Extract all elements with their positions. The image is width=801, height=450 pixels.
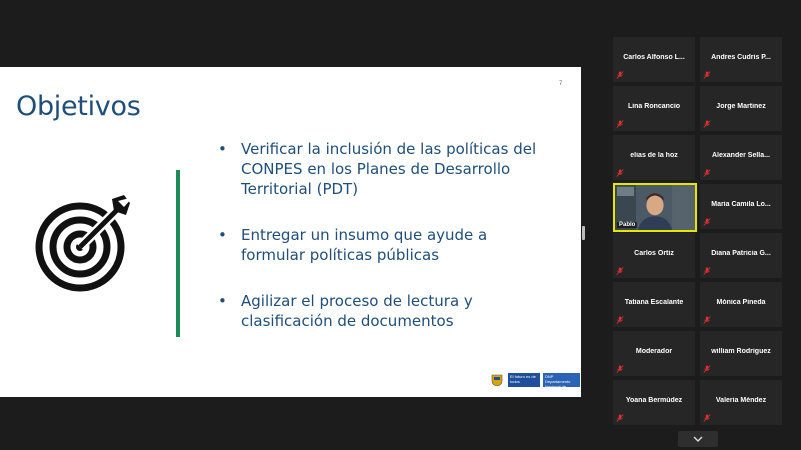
participant-tile[interactable]: Carlos Ortiz	[613, 233, 695, 278]
participant-tile[interactable]: Andres Cudris P...	[700, 37, 782, 82]
bullet-text: Entregar un insumo que ayude a formular …	[241, 226, 488, 264]
participant-name: Alexander Sella...	[712, 152, 770, 159]
participant-tile[interactable]: Mónica Pineda	[700, 282, 782, 327]
bullet-icon: •	[218, 226, 227, 244]
mic-muted-icon	[703, 267, 711, 275]
mic-muted-icon	[616, 267, 624, 275]
participant-name: Carlos Ortiz	[634, 250, 674, 257]
colombia-crest-icon	[491, 374, 503, 387]
participant-tile[interactable]: Jorge Martinez	[700, 86, 782, 131]
shared-slide: Objetivos 7 • Verificar la inclusión de l…	[0, 67, 581, 397]
participant-gallery: Carlos Alfonso L... Andres Cudris P... L…	[613, 37, 783, 429]
participant-tile[interactable]: Maria Camila Lo...	[700, 184, 782, 229]
list-item: • Verificar la inclusión de las políticas…	[218, 139, 553, 199]
mic-muted-icon	[703, 365, 711, 373]
participant-tile[interactable]: william Rodriguez	[700, 331, 782, 376]
participant-tile[interactable]: Diana Patricia G...	[700, 233, 782, 278]
participant-name: Tatiana Escalante	[624, 299, 684, 306]
objectives-list: • Verificar la inclusión de las políticas…	[218, 139, 553, 357]
participant-name: Jorge Martinez	[716, 103, 766, 110]
participant-tile[interactable]: elias de la hoz	[613, 135, 695, 180]
participant-tile[interactable]: Alexander Sella...	[700, 135, 782, 180]
participant-name: elias de la hoz	[630, 152, 678, 159]
slide-page-number: 7	[559, 81, 563, 87]
participant-name: Carlos Alfonso L...	[623, 54, 685, 61]
bullet-icon: •	[218, 140, 227, 158]
mic-muted-icon	[616, 120, 624, 128]
participant-name: Valeria Méndez	[715, 397, 767, 404]
bullet-text: Agilizar el proceso de lectura y clasifi…	[241, 292, 473, 330]
target-arrow-icon	[35, 195, 133, 292]
mic-muted-icon	[703, 316, 711, 324]
gov-logo: El futuro es de todos	[508, 373, 540, 387]
mic-muted-icon	[616, 316, 624, 324]
bullet-icon: •	[218, 292, 227, 310]
participant-tile[interactable]: Tatiana Escalante	[613, 282, 695, 327]
participant-tile[interactable]: Lina Roncancio	[613, 86, 695, 131]
participant-name: Mónica Pineda	[716, 299, 766, 306]
participant-name: Pablo	[617, 222, 638, 228]
list-item: • Agilizar el proceso de lectura y clasif…	[218, 291, 553, 331]
mic-muted-icon	[616, 169, 624, 177]
mic-muted-icon	[703, 120, 711, 128]
mic-muted-icon	[616, 365, 624, 373]
participant-tile[interactable]: Moderador	[613, 331, 695, 376]
mic-muted-icon	[703, 71, 711, 79]
dnp-logo: DNP Departamento Nacional de Planeación	[543, 373, 580, 394]
mic-muted-icon	[616, 414, 624, 422]
slide-title: Objetivos	[16, 91, 141, 122]
participant-name: Maria Camila Lo...	[711, 201, 771, 208]
panel-resize-handle[interactable]	[582, 226, 585, 240]
participant-name: william Rodriguez	[711, 348, 771, 355]
bullet-text: Verificar la inclusión de las políticas …	[241, 140, 537, 198]
footer-logos: El futuro es de todos DNP Departamento N…	[490, 372, 581, 394]
gallery-next-page-button[interactable]	[678, 431, 718, 447]
participant-name: Moderador	[635, 348, 673, 355]
participant-tile[interactable]: Carlos Alfonso L...	[613, 37, 695, 82]
participant-tile[interactable]: Valeria Méndez	[700, 380, 782, 425]
participant-name: Diana Patricia G...	[711, 250, 771, 257]
participant-name: Lina Roncancio	[627, 103, 681, 110]
participant-tile[interactable]: Yoana Bermúdez	[613, 380, 695, 425]
list-item: • Entregar un insumo que ayude a formular…	[218, 225, 553, 265]
chevron-down-icon	[693, 436, 703, 442]
mic-muted-icon	[703, 414, 711, 422]
active-speaker-video-tile[interactable]: Pablo	[613, 183, 697, 232]
slide-divider-line	[176, 170, 180, 337]
mic-muted-icon	[703, 218, 711, 226]
participant-name: Andres Cudris P...	[711, 54, 771, 61]
mic-muted-icon	[703, 169, 711, 177]
mic-muted-icon	[616, 71, 624, 79]
participant-name: Yoana Bermúdez	[625, 397, 683, 404]
